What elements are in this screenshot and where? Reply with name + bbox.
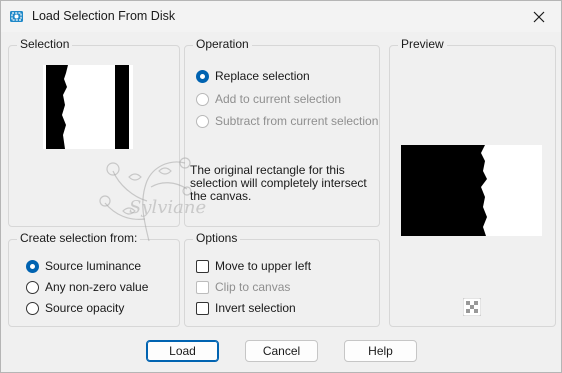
transparency-checker-icon[interactable] bbox=[463, 298, 481, 316]
checkbox-indicator[interactable] bbox=[196, 259, 209, 273]
radio-indicator[interactable] bbox=[26, 301, 39, 315]
source-luminance-radio[interactable]: Source luminance bbox=[26, 259, 141, 273]
radio-indicator[interactable] bbox=[196, 69, 209, 83]
help-button[interactable]: Help bbox=[344, 340, 417, 362]
operation-info-text: The original rectangle for this selectio… bbox=[190, 163, 367, 203]
radio-indicator[interactable] bbox=[196, 114, 209, 128]
create-selection-group-label: Create selection from: bbox=[17, 231, 141, 245]
checkbox-indicator[interactable] bbox=[196, 301, 209, 315]
source-luminance-label: Source luminance bbox=[45, 259, 142, 273]
close-button[interactable] bbox=[519, 2, 559, 31]
radio-indicator[interactable] bbox=[26, 259, 39, 273]
source-opacity-radio[interactable]: Source opacity bbox=[26, 301, 124, 315]
move-to-upper-left-checkbox[interactable]: Move to upper left bbox=[196, 259, 311, 273]
any-non-zero-radio[interactable]: Any non-zero value bbox=[26, 280, 148, 294]
clip-to-canvas-label: Clip to canvas bbox=[215, 280, 291, 294]
move-to-upper-left-label: Move to upper left bbox=[215, 259, 312, 273]
source-opacity-label: Source opacity bbox=[45, 301, 125, 315]
preview-image bbox=[401, 145, 542, 236]
invert-selection-label: Invert selection bbox=[215, 301, 296, 315]
load-button[interactable]: Load bbox=[146, 340, 219, 362]
subtract-selection-radio[interactable]: Subtract from current selection bbox=[196, 114, 378, 128]
load-selection-dialog: Load Selection From Disk Selection Opera… bbox=[0, 0, 562, 373]
window-title: Load Selection From Disk bbox=[32, 9, 176, 23]
selection-app-icon bbox=[9, 9, 25, 25]
selection-thumbnail bbox=[43, 65, 133, 149]
checkbox-indicator[interactable] bbox=[196, 280, 209, 294]
clip-to-canvas-checkbox[interactable]: Clip to canvas bbox=[196, 280, 290, 294]
preview-group-label: Preview bbox=[398, 37, 447, 51]
close-icon bbox=[533, 11, 545, 23]
subtract-selection-label: Subtract from current selection bbox=[215, 114, 379, 128]
options-group-label: Options bbox=[193, 231, 241, 245]
add-to-selection-label: Add to current selection bbox=[215, 92, 342, 106]
operation-group-label: Operation bbox=[193, 37, 252, 51]
replace-selection-label: Replace selection bbox=[215, 69, 310, 83]
invert-selection-checkbox[interactable]: Invert selection bbox=[196, 301, 296, 315]
title-bar: Load Selection From Disk bbox=[1, 1, 561, 32]
add-to-selection-radio[interactable]: Add to current selection bbox=[196, 92, 341, 106]
selection-group-label: Selection bbox=[17, 37, 73, 51]
any-non-zero-label: Any non-zero value bbox=[45, 280, 149, 294]
replace-selection-radio[interactable]: Replace selection bbox=[196, 69, 310, 83]
radio-indicator[interactable] bbox=[26, 280, 39, 294]
cancel-button[interactable]: Cancel bbox=[245, 340, 318, 362]
radio-indicator[interactable] bbox=[196, 92, 209, 106]
